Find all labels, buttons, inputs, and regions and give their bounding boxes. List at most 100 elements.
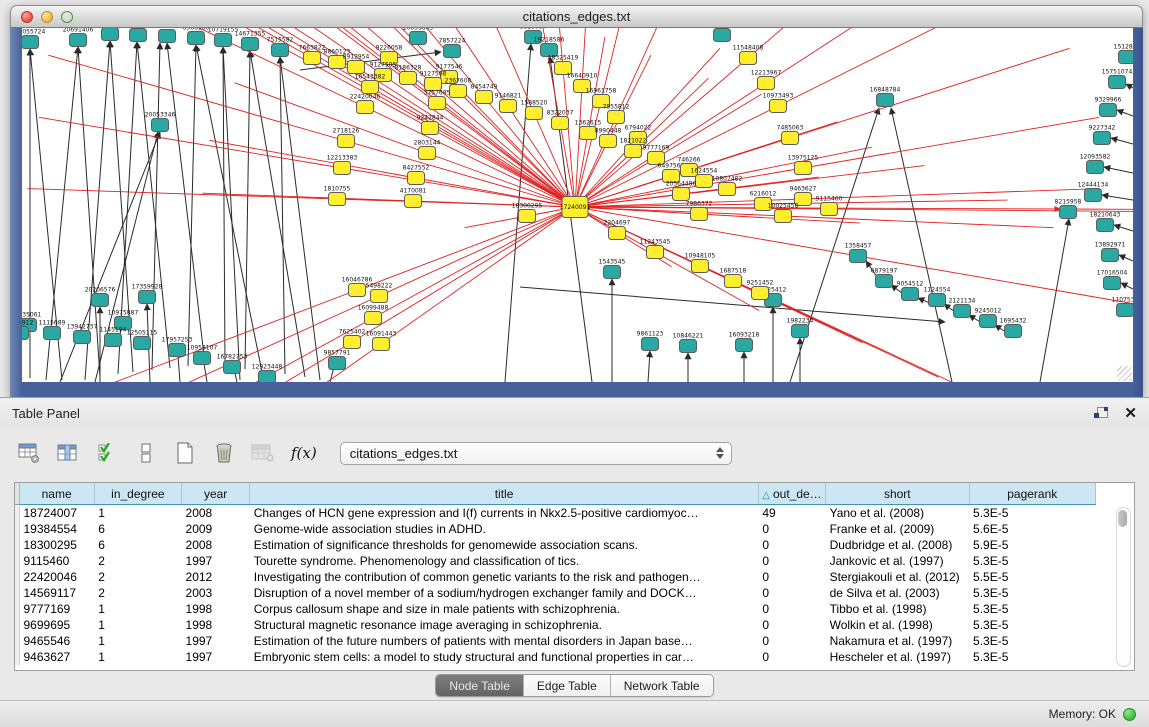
- graph-node[interactable]: 1124554: [924, 287, 951, 307]
- graph-node[interactable]: 5498222: [366, 283, 393, 303]
- float-panel-icon[interactable]: [1094, 407, 1108, 420]
- graph-node[interactable]: 18210643: [1090, 212, 1121, 232]
- graph-node[interactable]: 10846221: [673, 333, 704, 353]
- table-row[interactable]: 969969511998Structural magnetic resonanc…: [15, 617, 1096, 633]
- graph-node[interactable]: 1527602: [154, 28, 181, 43]
- select-rows-icon[interactable]: [94, 440, 120, 466]
- graph-node[interactable]: 20053346: [145, 112, 176, 132]
- graph-node[interactable]: 1107533: [1112, 297, 1133, 317]
- graph-node[interactable]: 1588520: [521, 100, 548, 120]
- minimize-window-icon[interactable]: [41, 11, 53, 23]
- graph-node[interactable]: 2718126: [333, 128, 360, 148]
- graph-node[interactable]: 17359928: [132, 284, 163, 304]
- table-row[interactable]: 977716911998Corpus callosum shape and si…: [15, 601, 1096, 617]
- graph-node[interactable]: 12093582: [1080, 154, 1111, 174]
- table-row[interactable]: 946362711997Embryonic stem cells: a mode…: [15, 649, 1096, 665]
- graph-node[interactable]: 1512874: [1114, 44, 1133, 64]
- graph-node[interactable]: 9054512: [897, 281, 924, 301]
- graph-node[interactable]: 2121134: [949, 298, 976, 318]
- vertical-scrollbar[interactable]: [1116, 507, 1131, 667]
- graph-node[interactable]: 12213383: [327, 155, 358, 175]
- graph-node[interactable]: 7625402: [339, 329, 366, 349]
- graph-node[interactable]: 2293186: [97, 28, 124, 41]
- column-header-pagerank[interactable]: pagerank: [969, 483, 1095, 505]
- graph-node[interactable]: 2204697: [604, 220, 631, 240]
- graph-node[interactable]: 12444134: [1078, 182, 1109, 202]
- graph-node[interactable]: 7955812: [603, 104, 630, 124]
- graph-node[interactable]: 9861123: [637, 331, 664, 351]
- graph-node[interactable]: 10958107: [187, 345, 218, 365]
- graph-node[interactable]: 16782753: [217, 354, 248, 374]
- graph-node[interactable]: 11548408: [733, 45, 764, 65]
- column-header-name[interactable]: name: [19, 483, 94, 505]
- graph-node[interactable]: 1695432: [1000, 318, 1027, 338]
- graph-node[interactable]: 7515582: [267, 37, 294, 57]
- graph-node[interactable]: 1543545: [599, 259, 626, 279]
- zoom-window-icon[interactable]: [61, 11, 73, 23]
- network-table-select[interactable]: citations_edges.txt: [340, 442, 732, 465]
- close-panel-icon[interactable]: ✕: [1124, 406, 1137, 421]
- column-header-year[interactable]: year: [182, 483, 250, 505]
- graph-node[interactable]: 8322037: [547, 110, 574, 130]
- graph-node[interactable]: 6879197: [871, 268, 898, 288]
- graph-node[interactable]: 9227342: [1089, 125, 1116, 145]
- graph-node[interactable]: 10973493: [763, 93, 794, 113]
- graph-node[interactable]: 19218586: [534, 37, 565, 57]
- graph-node[interactable]: 16091443: [366, 331, 397, 351]
- function-builder-icon[interactable]: f(x): [289, 440, 319, 466]
- graph-node[interactable]: 1810755: [324, 186, 351, 206]
- table-row[interactable]: 1456911722003Disruption of a novel membe…: [15, 585, 1096, 601]
- graph-node[interactable]: 10543382: [355, 74, 386, 94]
- graph-node[interactable]: 18300295: [512, 203, 543, 223]
- create-table-icon[interactable]: [172, 440, 198, 466]
- column-header-short[interactable]: short: [826, 483, 969, 505]
- graph-node[interactable]: 10948105: [685, 253, 716, 273]
- resize-grip-icon[interactable]: [1117, 366, 1132, 381]
- graph-node[interactable]: 13975125: [788, 155, 819, 175]
- window-titlebar[interactable]: citations_edges.txt: [10, 5, 1143, 28]
- graph-node[interactable]: 1115689: [39, 320, 66, 340]
- graph-node[interactable]: 16848784: [870, 87, 901, 107]
- network-canvas[interactable]: 14055724 20691406229318610653267152760269…: [22, 28, 1133, 382]
- graph-node[interactable]: 17240091: [560, 197, 591, 218]
- graph-node[interactable]: 9245012: [975, 308, 1002, 328]
- graph-node[interactable]: 20206576: [85, 287, 116, 307]
- graph-node[interactable]: 1982234: [787, 318, 814, 338]
- column-header-out-de-[interactable]: △out_de…: [758, 483, 825, 505]
- graph-node[interactable]: 10653267: [123, 28, 154, 42]
- graph-node[interactable]: 4170081: [400, 188, 427, 208]
- graph-node[interactable]: 12923448: [252, 364, 283, 383]
- graph-node[interactable]: 9329966: [1095, 97, 1122, 117]
- table-row[interactable]: 1938455462009Genome-wide association stu…: [15, 521, 1096, 537]
- graph-node[interactable]: 17016504: [1097, 270, 1128, 290]
- tab-edge-table[interactable]: Edge Table: [524, 675, 611, 696]
- graph-node[interactable]: 7663822: [299, 45, 326, 65]
- table-row[interactable]: 946554611997Estimation of the future num…: [15, 633, 1096, 649]
- tab-node-table[interactable]: Node Table: [436, 675, 524, 696]
- graph-node[interactable]: 9857791: [324, 350, 351, 370]
- graph-node[interactable]: 9115460: [816, 196, 843, 216]
- graph-node[interactable]: 13942737: [67, 324, 98, 344]
- graph-node[interactable]: 16093218: [729, 332, 760, 352]
- graph-node[interactable]: 20691406: [63, 28, 94, 47]
- graph-node[interactable]: 22420046: [350, 94, 381, 114]
- citation-graph[interactable]: 14055724 20691406229318610653267152760269…: [22, 28, 1133, 382]
- row-height-icon[interactable]: [133, 440, 159, 466]
- scrollbar-thumb[interactable]: [1118, 510, 1127, 527]
- graph-node[interactable]: 9146821: [495, 93, 522, 113]
- graph-node[interactable]: 16053809: [403, 28, 434, 45]
- graph-node[interactable]: 12213967: [751, 70, 782, 90]
- column-header-in-degree[interactable]: in_degree: [94, 483, 181, 505]
- graph-node[interactable]: 6966160: [183, 28, 210, 45]
- table-row[interactable]: 2242004622012Investigating the contribut…: [15, 569, 1096, 585]
- graph-node[interactable]: 8215958: [1055, 199, 1082, 219]
- graph-node[interactable]: 7986372: [686, 201, 713, 221]
- graph-node[interactable]: 1145194: [100, 327, 127, 347]
- graph-node[interactable]: 8454749: [471, 84, 498, 104]
- graph-node[interactable]: 10807482: [712, 176, 743, 196]
- close-window-icon[interactable]: [21, 11, 33, 23]
- graph-node[interactable]: 8990448: [595, 128, 622, 148]
- graph-node[interactable]: 16099488: [358, 305, 389, 325]
- table-row[interactable]: 1872400712008Changes of HCN gene express…: [15, 505, 1096, 522]
- graph-node[interactable]: 14055724: [22, 29, 45, 49]
